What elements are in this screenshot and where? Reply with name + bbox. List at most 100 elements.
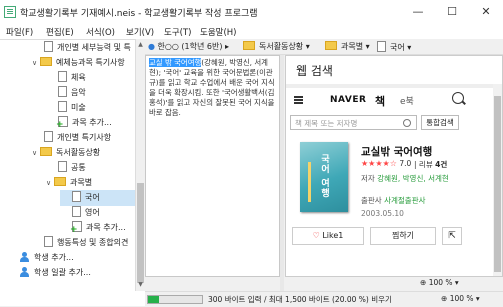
tree-item-bulk-add-student[interactable]: 학생 일괄 추가... — [20, 265, 91, 281]
review-count[interactable]: | 리뷰 4건 — [414, 159, 447, 170]
folder-icon — [40, 147, 52, 156]
author-link[interactable]: 강혜원, 박영신, 서계현 — [377, 174, 449, 183]
breadcrumb: ● 한○○ (1학년 6반) ▸ 독서활동상황 ▾ 과목별 ▾ 국어 ▾ — [145, 39, 503, 55]
user-icon: ● — [148, 42, 155, 51]
document-icon — [44, 41, 53, 52]
tree-footer — [0, 291, 145, 306]
menu-tools[interactable]: 도구(T) — [164, 26, 191, 38]
web-zoom-level[interactable]: ⊕ 100 % ▾ — [420, 278, 459, 287]
book-title-link[interactable]: 교실밖 국어여행 — [361, 144, 432, 159]
search-icon[interactable] — [452, 92, 464, 104]
tree-item-add-student[interactable]: 학생 추가... — [20, 250, 74, 266]
folder-icon — [325, 41, 337, 50]
tree-item[interactable]: 미술 — [58, 100, 86, 116]
cover-title-text: 국어 여행 — [319, 154, 329, 199]
tree-item[interactable]: 영어 — [72, 205, 100, 221]
menu-bar: 파일(F) 편집(E) 서식(O) 보기(V) 도구(T) 도움말(H) — [0, 24, 503, 39]
document-icon — [44, 131, 53, 142]
tree-item[interactable]: 개인별 세부능력 및 특 — [44, 40, 131, 56]
document-icon — [72, 206, 81, 217]
folder-icon — [54, 177, 66, 186]
naver-logo[interactable]: NAVER — [330, 95, 366, 105]
books-section-label[interactable]: 책 — [375, 93, 385, 109]
naver-header: NAVER 책 e북 — [290, 90, 474, 112]
document-icon — [72, 191, 81, 202]
web-vertical-scrollbar[interactable] — [493, 84, 502, 276]
document-icon — [58, 161, 67, 172]
tree-scrollbar-thumb[interactable] — [137, 183, 144, 283]
cover-decoration — [308, 162, 311, 202]
integrated-search-button[interactable]: 통합검색 — [421, 115, 459, 130]
document-icon — [58, 71, 67, 82]
publish-date: 2003.05.10 — [361, 209, 404, 218]
byte-progress-bar — [147, 295, 203, 304]
menu-format[interactable]: 서식(O) — [86, 26, 115, 38]
pane-splitter[interactable] — [280, 55, 284, 291]
text-editor[interactable]: 교실 밖 국어여행(강혜원, 박영신, 서계현); '국어' 교육을 위한 국어… — [145, 55, 280, 277]
tree-item[interactable]: ∨ 예체능과목 특기사항 — [32, 55, 125, 71]
title-bar: 학교생활기록부 기재예시.neis - 학교생활기록부 작성 프로그램 — ☐ … — [0, 0, 503, 24]
search-icon[interactable] — [403, 119, 411, 127]
tree-item-add-subject[interactable]: 과목 추가... — [56, 115, 112, 131]
menu-edit[interactable]: 편집(E) — [46, 26, 74, 38]
zoom-icon: ⊕ — [420, 278, 427, 287]
breadcrumb-subject[interactable]: 국어 ▾ — [377, 41, 411, 53]
breadcrumb-student[interactable]: ● 한○○ (1학년 6반) ▸ — [148, 41, 229, 52]
byte-count-status: 300 바이트 입력 / 최대 1,500 바이트 (20.00 %) 비우기 — [208, 295, 392, 304]
user-icon — [20, 267, 30, 277]
tree-item[interactable]: 행동특성 및 종합의견 — [44, 235, 128, 251]
rating-stars: ★★★★☆ 7.0 — [361, 159, 412, 168]
ebook-tab[interactable]: e북 — [400, 94, 414, 107]
minimize-button[interactable]: — — [401, 0, 435, 24]
maximize-button[interactable]: ☐ — [435, 0, 469, 24]
status-bar: 300 바이트 입력 / 최대 1,500 바이트 (20.00 %) 비우기 … — [145, 291, 503, 307]
close-button[interactable]: ✕ — [469, 0, 503, 24]
document-icon — [58, 101, 67, 112]
book-publisher: 출판사 사계절출판사 — [361, 196, 426, 205]
rating-value: 7.0 — [399, 159, 412, 168]
book-search-input[interactable]: 책 제목 또는 저자명 — [290, 115, 417, 130]
editor-zoom-level[interactable]: ⊕ 100 % ▾ — [441, 294, 480, 303]
user-icon — [20, 252, 30, 262]
tree-scrollbar[interactable]: ▲ ▼ — [135, 39, 145, 291]
window-title: 학교생활기록부 기재예시.neis - 학교생활기록부 작성 프로그램 — [20, 9, 258, 19]
tree-item[interactable]: 공통 — [58, 160, 86, 176]
web-search-title: 웹 검색 — [296, 64, 333, 78]
breadcrumb-section[interactable]: 독서활동상황 ▾ — [243, 41, 310, 52]
tree-item-add-subject[interactable]: 과목 추가... — [70, 220, 126, 236]
book-cover-image[interactable]: 국어 여행 — [300, 142, 348, 212]
selected-text: 교실 밖 국어여행 — [149, 58, 202, 67]
tree-item[interactable]: ∨ 과목별 — [46, 175, 92, 191]
tree-item[interactable]: ∨ 독서활동상황 — [32, 145, 100, 161]
tree-item[interactable]: 체육 — [58, 70, 86, 86]
document-icon — [44, 236, 53, 247]
chevron-down-icon[interactable]: ∨ — [32, 55, 40, 71]
web-horizontal-scrollbar[interactable] — [286, 84, 502, 88]
menu-view[interactable]: 보기(V) — [126, 26, 154, 38]
book-authors: 저자 강혜원, 박영신, 서계현 — [361, 174, 449, 183]
hamburger-menu-icon[interactable] — [294, 96, 303, 98]
student-tree: 개인별 세부능력 및 특 ∨예체능과목 특기사항 체육 음악 미술 과목 추가.… — [0, 39, 135, 292]
share-icon[interactable]: ⇱ — [442, 227, 462, 245]
chevron-down-icon[interactable]: ∨ — [46, 175, 54, 191]
scroll-down-icon[interactable]: ▼ — [136, 281, 145, 288]
tree-item[interactable]: 개인별 특기사항 — [44, 130, 111, 146]
document-icon — [377, 41, 386, 52]
scroll-up-icon[interactable]: ▲ — [136, 41, 145, 48]
add-document-icon — [70, 221, 82, 235]
tree-item-selected[interactable]: 국어 — [60, 190, 135, 206]
like-button[interactable]: ♡ Like1 — [292, 227, 364, 245]
menu-help[interactable]: 도움말(H) — [200, 26, 236, 38]
menu-file[interactable]: 파일(F) — [6, 26, 33, 38]
breadcrumb-subsection[interactable]: 과목별 ▾ — [325, 41, 370, 52]
add-document-icon — [56, 116, 68, 130]
bookmark-button[interactable]: 찜하기 — [370, 227, 436, 245]
web-scrollbar-thumb[interactable] — [494, 96, 501, 272]
publisher-link[interactable]: 사계절출판사 — [384, 196, 425, 205]
chevron-down-icon[interactable]: ∨ — [32, 145, 40, 161]
heart-icon: ♡ — [312, 231, 320, 240]
tree-item[interactable]: 음악 — [58, 85, 86, 101]
folder-icon — [40, 57, 52, 66]
document-icon — [58, 86, 67, 97]
byte-progress-fill — [148, 296, 159, 303]
